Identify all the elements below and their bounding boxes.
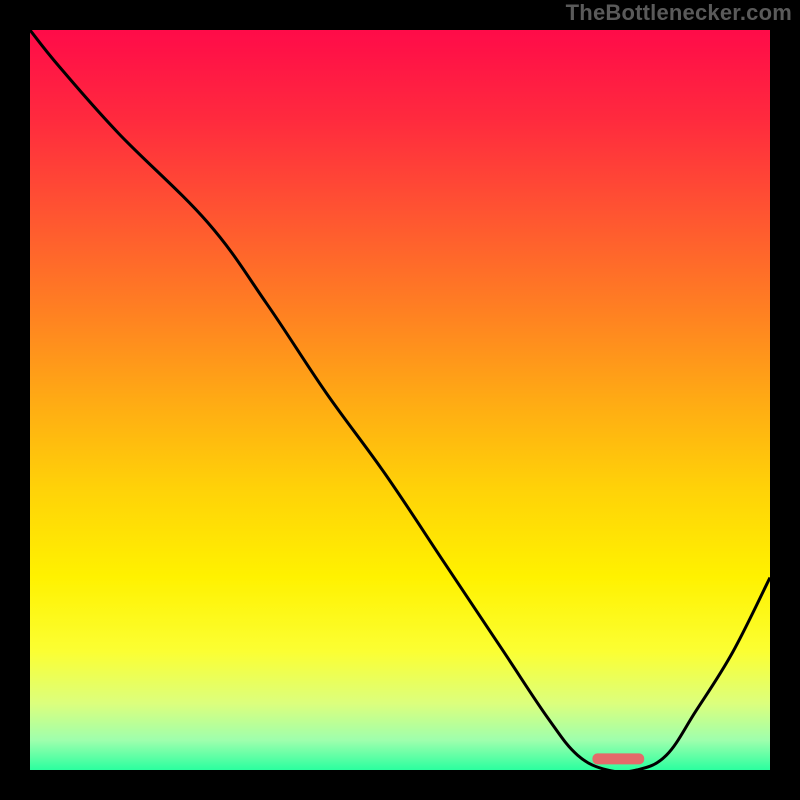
optimal-marker [592,753,644,764]
bottleneck-chart [30,30,770,770]
attribution-text: TheBottlenecker.com [566,0,792,26]
gradient-background [30,30,770,770]
chart-svg [30,30,770,770]
